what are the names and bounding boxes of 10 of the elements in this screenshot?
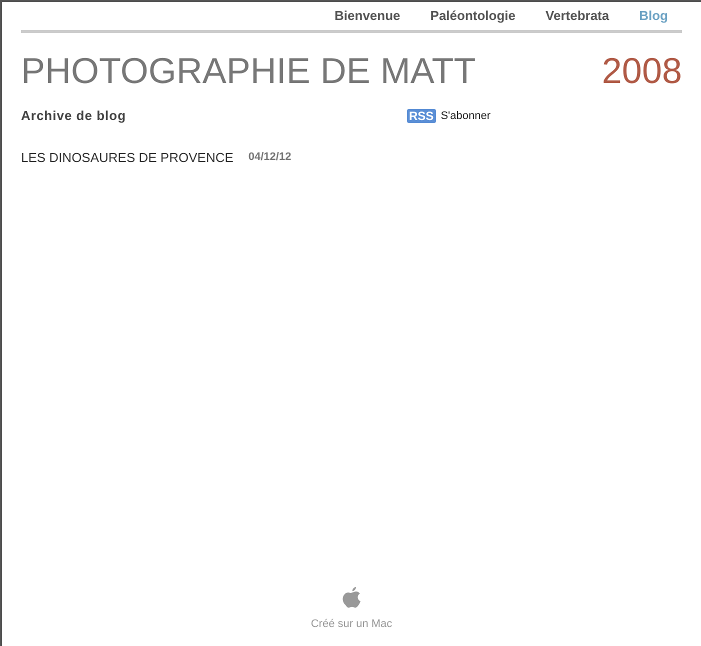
footer-text: Créé sur un Mac [310, 616, 392, 632]
subscribe-link[interactable]: S'abonner [440, 108, 490, 124]
site-title: PHOTOGRAPHIE DE MATT [21, 51, 476, 91]
post-date: 04/12/12 [248, 150, 292, 166]
post-link[interactable]: LES DINOSAURES DE PROVENCE [21, 148, 234, 168]
nav-link[interactable]: Vertebrata [546, 6, 610, 26]
year-label: 2008 [602, 51, 682, 91]
nav-link[interactable]: Bienvenue [334, 6, 400, 26]
nav-link[interactable]: Paléontologie [430, 6, 516, 26]
archive-heading: Archive de blog [21, 107, 128, 125]
